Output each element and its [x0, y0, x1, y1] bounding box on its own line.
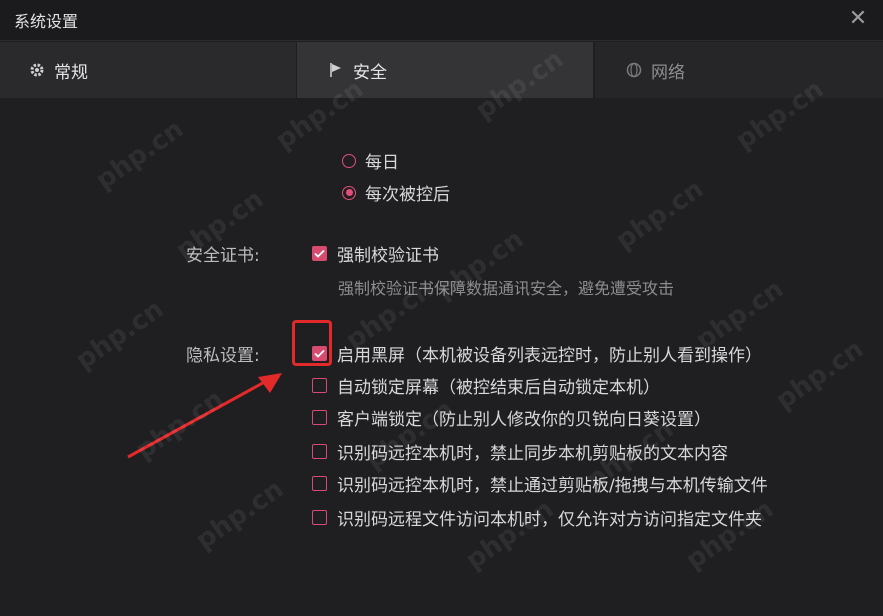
privacy-option-label: 客户端锁定（防止别人修改你的贝锐向日葵设置） — [337, 410, 711, 430]
tab-bar: 常规 安全 网络 — [0, 42, 883, 98]
checkbox[interactable] — [312, 410, 327, 425]
tab-network-label: 网络 — [651, 62, 685, 83]
security-settings-panel: 每日 每次被控后 安全证书: 强制校验证书 强制校验证书保障数据通讯安全，避免遭… — [0, 98, 883, 616]
privacy-option-label: 识别码远控本机时，禁止通过剪贴板/拖拽与本机传输文件 — [337, 476, 768, 496]
tab-general[interactable]: 常规 — [0, 42, 296, 98]
privacy-option-auto-lock[interactable]: 自动锁定屏幕（被控结束后自动锁定本机） — [312, 373, 660, 398]
close-icon[interactable]: ✕ — [847, 8, 869, 30]
title-bar: 系统设置 ✕ — [0, 0, 883, 41]
privacy-option-black-screen[interactable]: 启用黑屏（本机被设备列表远控时，防止别人看到操作） — [312, 341, 762, 366]
radio-daily[interactable]: 每日 — [342, 148, 399, 173]
tab-network[interactable]: 网络 — [595, 42, 883, 98]
annotation-highlight-box — [292, 320, 332, 366]
annotation-arrow — [127, 373, 282, 459]
radio-after-each-control[interactable]: 每次被控后 — [342, 180, 450, 205]
privacy-section-label: 隐私设置: — [186, 346, 260, 366]
privacy-option-label: 启用黑屏（本机被设备列表远控时，防止别人看到操作） — [337, 346, 762, 366]
privacy-option-label: 识别码远程文件访问本机时，仅允许对方访问指定文件夹 — [337, 510, 762, 530]
privacy-option-block-clipboard-text[interactable]: 识别码远控本机时，禁止同步本机剪贴板的文本内容 — [312, 439, 728, 464]
checkbox[interactable] — [312, 378, 327, 393]
radio-button-selected[interactable] — [342, 185, 356, 200]
privacy-option-label: 自动锁定屏幕（被控结束后自动锁定本机） — [337, 378, 660, 398]
globe-icon — [625, 61, 643, 79]
radio-after-each-control-label: 每次被控后 — [365, 185, 450, 205]
certificate-section-label: 安全证书: — [186, 246, 260, 266]
privacy-option-client-lock[interactable]: 客户端锁定（防止别人修改你的贝锐向日葵设置） — [312, 405, 711, 430]
checkbox[interactable] — [312, 444, 327, 459]
certificate-hint: 强制校验证书保障数据通讯安全，避免遭受攻击 — [338, 279, 675, 298]
checkbox[interactable] — [312, 510, 327, 525]
force-verify-certificate-label: 强制校验证书 — [337, 246, 439, 266]
radio-daily-label: 每日 — [365, 153, 399, 173]
force-verify-certificate-option[interactable]: 强制校验证书 — [312, 241, 439, 266]
checkbox-checked[interactable] — [312, 246, 327, 261]
window-title: 系统设置 — [14, 12, 79, 31]
privacy-option-block-file-transfer[interactable]: 识别码远控本机时，禁止通过剪贴板/拖拽与本机传输文件 — [312, 471, 768, 496]
flag-icon — [327, 61, 345, 79]
tab-general-label: 常规 — [54, 62, 88, 83]
checkbox[interactable] — [312, 476, 327, 491]
privacy-option-label: 识别码远控本机时，禁止同步本机剪贴板的文本内容 — [337, 444, 728, 464]
tab-security[interactable]: 安全 — [297, 42, 593, 98]
gear-icon — [28, 61, 46, 79]
privacy-option-restrict-folder-access[interactable]: 识别码远程文件访问本机时，仅允许对方访问指定文件夹 — [312, 505, 762, 530]
tab-security-label: 安全 — [353, 62, 387, 83]
radio-button[interactable] — [342, 153, 356, 168]
